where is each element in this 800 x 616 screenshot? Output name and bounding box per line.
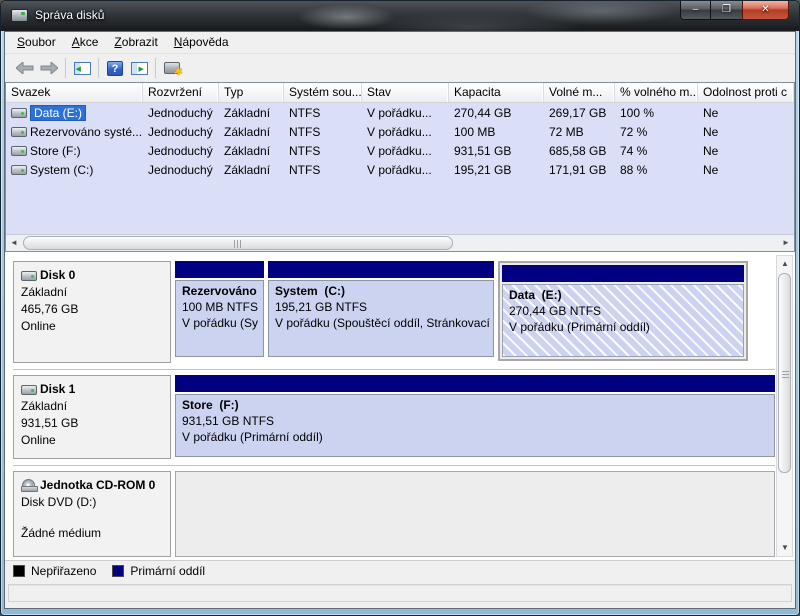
app-icon <box>11 9 28 22</box>
unallocated-swatch <box>13 565 25 577</box>
legend-bar: Nepřiřazeno Primární oddíl <box>5 560 795 581</box>
status-bar-inner <box>8 584 792 602</box>
column-header-procent-volneho[interactable]: % volného m... <box>615 83 698 102</box>
partition-data-e-selected[interactable]: Data (E:) 270,44 GB NTFS V pořádku (Prim… <box>498 261 748 361</box>
scrollbar-grip <box>782 369 789 378</box>
menu-soubor[interactable]: Soubor <box>9 32 64 53</box>
partition-rezervovano[interactable]: Rezervováno 100 MB NTFS V pořádku (Sy <box>175 261 264 357</box>
toolbar-separator <box>65 58 66 78</box>
column-header-svazek[interactable]: Svazek <box>6 83 143 102</box>
disk0-graph: Rezervováno 100 MB NTFS V pořádku (Sy Sy… <box>175 261 775 363</box>
legend-primary-partition: Primární oddíl <box>112 564 205 578</box>
toolbar-separator <box>98 58 99 78</box>
primary-partition-bar <box>268 261 494 278</box>
volume-list-header: Svazek Rozvržení Typ Systém sou... Stav … <box>6 83 794 103</box>
column-header-system-souboru[interactable]: Systém sou... <box>284 83 362 102</box>
console-tree-button[interactable]: ◀ <box>70 57 94 79</box>
legend-unallocated: Nepřiřazeno <box>13 564 96 578</box>
back-button[interactable] <box>13 57 37 79</box>
show-pane-icon: ▶ <box>130 61 148 75</box>
disk-actions-icon: ✱ <box>164 62 183 78</box>
disk0-label-panel[interactable]: Disk 0 Základní 465,76 GB Online <box>13 261 171 363</box>
cdrom-label-panel[interactable]: Jednotka CD-ROM 0 Disk DVD (D:) Žádné mé… <box>13 471 171 557</box>
disk-management-window: Správa disků – ❐ ✕ Soubor Akce Zobrazit … <box>0 0 800 616</box>
vertical-scrollbar[interactable]: ▲ ▼ <box>776 255 793 557</box>
cd-rom-icon <box>21 479 38 492</box>
minimize-button[interactable]: – <box>680 1 711 20</box>
horizontal-scrollbar[interactable]: ◄ ► <box>6 234 794 251</box>
scrollbar-grip <box>234 240 243 248</box>
primary-partition-bar <box>175 375 775 392</box>
primary-partition-bar <box>502 265 744 282</box>
primary-partition-swatch <box>112 565 125 577</box>
scroll-left-icon[interactable]: ◄ <box>6 235 22 251</box>
back-icon <box>16 62 34 74</box>
hard-disk-icon <box>21 384 37 395</box>
partition-store-f[interactable]: Store (F:) 931,51 GB NTFS V pořádku (Pri… <box>175 375 775 457</box>
help-button[interactable]: ? <box>103 57 127 79</box>
scroll-up-icon[interactable]: ▲ <box>777 256 793 272</box>
volume-row-system-c[interactable]: System (C:) Jednoduchý Základní NTFS V p… <box>6 160 794 179</box>
status-bar <box>5 581 795 606</box>
cdrom-row: Jednotka CD-ROM 0 Disk DVD (D:) Žádné mé… <box>13 465 775 557</box>
maximize-button[interactable]: ❐ <box>710 1 743 20</box>
console-tree-icon: ◀ <box>73 61 91 75</box>
volume-name-selected: Data (E:) <box>30 104 87 121</box>
column-header-volne-misto[interactable]: Volné m... <box>544 83 615 102</box>
menu-zobrazit[interactable]: Zobrazit <box>106 32 165 53</box>
volume-list-pane: Svazek Rozvržení Typ Systém sou... Stav … <box>5 82 795 252</box>
menu-bar: Soubor Akce Zobrazit Nápověda <box>5 32 795 54</box>
forward-icon <box>40 62 58 74</box>
hard-disk-icon <box>21 270 37 281</box>
column-header-stav[interactable]: Stav <box>362 83 449 102</box>
disk1-row: Disk 1 Základní 931,51 GB Online Store (… <box>13 369 775 459</box>
toolbar: ◀ ? ▶ ✱ <box>5 54 795 82</box>
volume-row-store-f[interactable]: Store (F:) Jednoduchý Základní NTFS V po… <box>6 141 794 160</box>
menu-akce[interactable]: Akce <box>64 32 107 53</box>
volume-icon <box>11 164 27 175</box>
window-controls: – ❐ ✕ <box>680 1 789 20</box>
window-title: Správa disků <box>35 8 105 22</box>
disk-actions-button[interactable]: ✱ <box>160 57 184 79</box>
disk0-row: Disk 0 Základní 465,76 GB Online Rezervo… <box>13 261 775 363</box>
disk-graph-pane: Disk 0 Základní 465,76 GB Online Rezervo… <box>5 252 795 560</box>
primary-partition-bar <box>175 261 264 278</box>
partition-system-c[interactable]: System (C:) 195,21 GB NTFS V pořádku (Sp… <box>268 261 494 357</box>
client-area: Soubor Akce Zobrazit Nápověda ◀ ? ▶ ✱ Sv… <box>4 31 796 609</box>
vertical-scrollbar-thumb[interactable] <box>778 273 791 473</box>
menu-napoveda[interactable]: Nápověda <box>166 32 237 53</box>
toolbar-separator <box>155 58 156 78</box>
volume-rows: Data (E:) Jednoduchý Základní NTFS V poř… <box>6 103 794 179</box>
forward-button[interactable] <box>37 57 61 79</box>
volume-icon <box>11 145 27 156</box>
disk1-graph: Store (F:) 931,51 GB NTFS V pořádku (Pri… <box>175 375 775 459</box>
show-pane-button[interactable]: ▶ <box>127 57 151 79</box>
volume-icon <box>11 126 27 137</box>
volume-icon <box>11 107 27 118</box>
column-header-typ[interactable]: Typ <box>219 83 284 102</box>
cdrom-graph-empty[interactable] <box>175 471 775 557</box>
disk1-label-panel[interactable]: Disk 1 Základní 931,51 GB Online <box>13 375 171 459</box>
column-header-odolnost[interactable]: Odolnost proti c <box>698 83 794 102</box>
column-header-rozvrzeni[interactable]: Rozvržení <box>143 83 219 102</box>
close-button[interactable]: ✕ <box>742 1 789 20</box>
horizontal-scrollbar-thumb[interactable] <box>23 236 453 250</box>
volume-row-data-e[interactable]: Data (E:) Jednoduchý Základní NTFS V poř… <box>6 103 794 122</box>
volume-row-rezervovano[interactable]: Rezervováno systé... Jednoduchý Základní… <box>6 122 794 141</box>
scroll-right-icon[interactable]: ► <box>778 235 794 251</box>
scroll-down-icon[interactable]: ▼ <box>777 540 793 556</box>
title-bar: Správa disků – ❐ ✕ <box>1 1 799 31</box>
column-header-kapacita[interactable]: Kapacita <box>449 83 544 102</box>
help-icon: ? <box>107 60 123 76</box>
